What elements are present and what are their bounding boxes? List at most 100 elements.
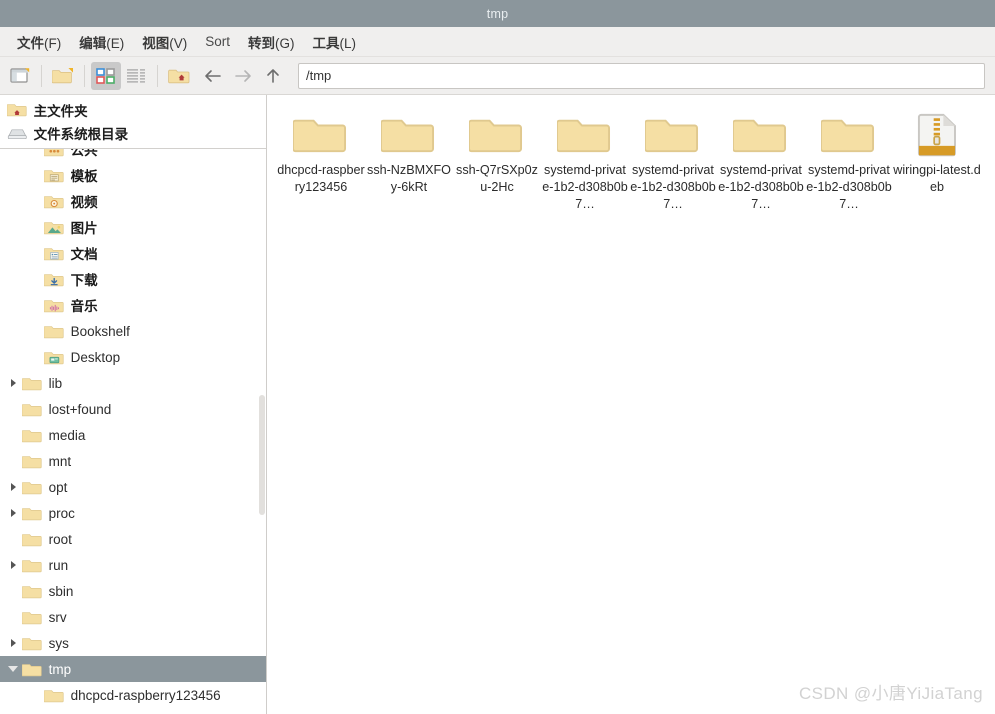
folder-music-icon xyxy=(44,299,64,312)
chevron-right-icon[interactable] xyxy=(4,483,22,491)
folder-icon xyxy=(381,119,435,153)
tree-item-videos-label: 视频 xyxy=(70,195,98,210)
arrow-up-icon xyxy=(267,68,279,83)
folder-documents-icon xyxy=(44,247,64,260)
toolbar: /tmp xyxy=(0,57,995,95)
path-input-value: /tmp xyxy=(306,68,332,83)
chevron-right-icon[interactable] xyxy=(4,639,22,647)
tree-item-root[interactable]: root xyxy=(0,526,266,552)
menu-file[interactable]: 文件(F) xyxy=(8,29,70,55)
chevron-right-icon[interactable] xyxy=(4,509,22,517)
tree-item-lost-found-label: lost+found xyxy=(48,401,112,417)
tree-item-downloads[interactable]: 下载 xyxy=(0,266,266,292)
menu-edit-label: 编辑 xyxy=(79,35,107,51)
tree-item-public-label: 公共 xyxy=(70,149,98,158)
folder-icon xyxy=(293,119,347,153)
menu-sort[interactable]: Sort xyxy=(196,31,239,52)
folder-icon xyxy=(469,119,523,153)
folder-icon xyxy=(22,507,42,520)
folder-icon xyxy=(22,559,42,572)
menu-view-mnemonic: (V) xyxy=(169,35,188,51)
folder-icon xyxy=(557,119,611,153)
tree-item-opt[interactable]: opt xyxy=(0,474,266,500)
icon-view-icon xyxy=(96,67,115,84)
file-item-systemd-private-4[interactable]: systemd-private-1b2-d308b0b7… xyxy=(805,105,893,213)
tree-item-sbin[interactable]: sbin xyxy=(0,578,266,604)
icon-view-button[interactable] xyxy=(91,61,121,90)
tree-item-music[interactable]: 音乐 xyxy=(0,292,266,318)
file-item-systemd-private-1-label: systemd-private-1b2-d308b0b7… xyxy=(542,163,628,211)
folder-icon xyxy=(44,689,64,702)
sidebar-scrollbar-thumb[interactable] xyxy=(259,395,265,515)
file-item-wiringpi-latest-deb[interactable]: wiringpi-latest.deb xyxy=(893,105,981,213)
tree-item-media-label: media xyxy=(48,427,86,443)
tree-item-media[interactable]: media xyxy=(0,422,266,448)
tree-item-public[interactable]: 公共 xyxy=(0,149,266,162)
place-filesystem[interactable]: 文件系统根目录 xyxy=(0,121,266,144)
list-view-button[interactable] xyxy=(121,62,151,90)
tree-item-lost-found[interactable]: lost+found xyxy=(0,396,266,422)
places-list: 主文件夹 文件系统根目录 xyxy=(0,95,266,149)
chevron-right-icon[interactable] xyxy=(4,561,22,569)
tree-item-documents[interactable]: 文档 xyxy=(0,240,266,266)
file-item-ssh-q7rsxp0zu2hc[interactable]: ssh-Q7rSXp0zu-2Hc xyxy=(453,105,541,213)
folder-video-icon xyxy=(44,195,64,208)
folder-icon xyxy=(645,119,699,153)
chevron-right-icon[interactable] xyxy=(4,379,22,387)
file-item-wiringpi-latest-deb-label: wiringpi-latest.deb xyxy=(893,163,981,194)
tree-item-downloads-label: 下载 xyxy=(70,273,98,288)
tree-item-templates-label: 模板 xyxy=(70,169,98,184)
tree-item-tmp[interactable]: tmp xyxy=(0,656,266,682)
file-item-ssh-q7rsxp0zu2hc-label: ssh-Q7rSXp0zu-2Hc xyxy=(456,163,538,194)
folder-icon xyxy=(22,611,42,624)
tree-item-dhcpcd-raspberry123456[interactable]: dhcpcd-raspberry123456 xyxy=(0,682,266,708)
menu-go-label: 转到 xyxy=(248,35,276,51)
tree-item-videos[interactable]: 视频 xyxy=(0,188,266,214)
tree-item-srv[interactable]: srv xyxy=(0,604,266,630)
tree-item-bookshelf[interactable]: Bookshelf xyxy=(0,318,266,344)
tree-item-desktop[interactable]: Desktop xyxy=(0,344,266,370)
tree-item-templates[interactable]: 模板 xyxy=(0,162,266,188)
sidebar-scrollbar[interactable] xyxy=(259,95,265,714)
menu-edit[interactable]: 编辑(E) xyxy=(70,29,133,55)
file-item-ssh-nzbmxfoy6krt-icon-box xyxy=(381,105,437,157)
home-button[interactable] xyxy=(164,62,194,90)
file-item-systemd-private-3-icon-box xyxy=(733,105,789,157)
tree-item-pictures[interactable]: 图片 xyxy=(0,214,266,240)
sidebar: 主文件夹 文件系统根目录 公共模板视频图片 文档下载音乐 Bookshelf Deskt… xyxy=(0,95,267,714)
archive-icon xyxy=(918,113,957,157)
file-item-systemd-private-2[interactable]: systemd-private-1b2-d308b0b7… xyxy=(629,105,717,213)
file-item-dhcpcd-raspberry123456[interactable]: dhcpcd-raspberry123456 xyxy=(277,105,365,213)
new-folder-icon xyxy=(52,67,73,83)
place-home[interactable]: 主文件夹 xyxy=(0,98,266,121)
path-input[interactable]: /tmp xyxy=(298,62,985,89)
tree-item-sys[interactable]: sys xyxy=(0,630,266,656)
menu-view[interactable]: 视图(V) xyxy=(133,29,196,55)
forward-button[interactable] xyxy=(228,62,258,90)
tree-item-lib[interactable]: lib xyxy=(0,370,266,396)
folder-pictures-icon xyxy=(44,221,64,234)
new-folder-button[interactable] xyxy=(48,62,78,90)
drive-icon xyxy=(7,129,27,140)
arrow-right-icon xyxy=(235,69,251,82)
menu-sort-label: Sort xyxy=(205,34,231,49)
up-button[interactable] xyxy=(258,62,288,90)
menu-tools[interactable]: 工具(L) xyxy=(304,29,366,55)
file-item-systemd-private-1[interactable]: systemd-private-1b2-d308b0b7… xyxy=(541,105,629,213)
file-pane[interactable]: dhcpcd-raspberry123456 ssh-NzBMXFOy-6kRt s… xyxy=(267,95,995,714)
tree-item-run[interactable]: run xyxy=(0,552,266,578)
tree-item-mnt[interactable]: mnt xyxy=(0,448,266,474)
folder-icon xyxy=(821,119,875,153)
folder-icon xyxy=(22,663,42,676)
menu-file-mnemonic: (F) xyxy=(44,35,62,51)
menu-go[interactable]: 转到(G) xyxy=(239,29,304,55)
twisty-glyph xyxy=(10,509,16,517)
file-item-systemd-private-3[interactable]: systemd-private-1b2-d308b0b7… xyxy=(717,105,805,213)
folder-icon xyxy=(44,325,64,338)
file-item-systemd-private-2-label: systemd-private-1b2-d308b0b7… xyxy=(630,163,716,211)
chevron-down-icon[interactable] xyxy=(4,666,22,672)
back-button[interactable] xyxy=(198,62,228,90)
file-item-ssh-nzbmxfoy6krt[interactable]: ssh-NzBMXFOy-6kRt xyxy=(365,105,453,213)
tree-item-proc[interactable]: proc xyxy=(0,500,266,526)
new-window-button[interactable] xyxy=(5,62,35,90)
